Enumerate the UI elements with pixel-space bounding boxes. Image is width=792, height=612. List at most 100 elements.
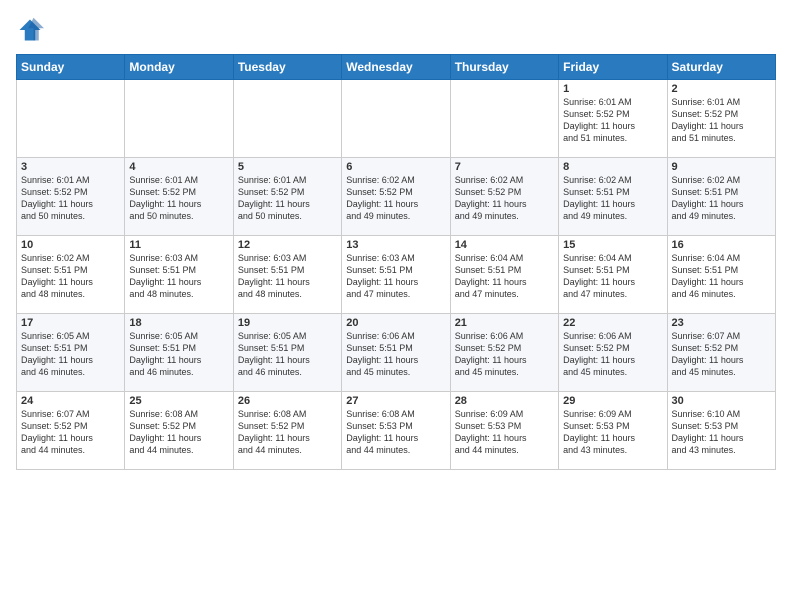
calendar-cell: 5Sunrise: 6:01 AM Sunset: 5:52 PM Daylig… — [233, 158, 341, 236]
cell-content: Sunrise: 6:02 AM Sunset: 5:51 PM Dayligh… — [21, 252, 120, 301]
calendar-cell: 6Sunrise: 6:02 AM Sunset: 5:52 PM Daylig… — [342, 158, 450, 236]
calendar-cell: 26Sunrise: 6:08 AM Sunset: 5:52 PM Dayli… — [233, 392, 341, 470]
week-row-4: 24Sunrise: 6:07 AM Sunset: 5:52 PM Dayli… — [17, 392, 776, 470]
cell-content: Sunrise: 6:08 AM Sunset: 5:52 PM Dayligh… — [238, 408, 337, 457]
cell-content: Sunrise: 6:04 AM Sunset: 5:51 PM Dayligh… — [455, 252, 554, 301]
day-number: 22 — [563, 317, 662, 329]
day-number: 24 — [21, 395, 120, 407]
day-number: 30 — [672, 395, 771, 407]
cell-content: Sunrise: 6:07 AM Sunset: 5:52 PM Dayligh… — [21, 408, 120, 457]
weekday-header-tuesday: Tuesday — [233, 55, 341, 80]
week-row-3: 17Sunrise: 6:05 AM Sunset: 5:51 PM Dayli… — [17, 314, 776, 392]
day-number: 5 — [238, 161, 337, 173]
day-number: 18 — [129, 317, 228, 329]
day-number: 17 — [21, 317, 120, 329]
day-number: 7 — [455, 161, 554, 173]
day-number: 1 — [563, 83, 662, 95]
calendar-cell — [233, 80, 341, 158]
logo — [16, 16, 48, 44]
logo-icon — [16, 16, 44, 44]
cell-content: Sunrise: 6:06 AM Sunset: 5:52 PM Dayligh… — [563, 330, 662, 379]
calendar-cell: 11Sunrise: 6:03 AM Sunset: 5:51 PM Dayli… — [125, 236, 233, 314]
calendar-table: SundayMondayTuesdayWednesdayThursdayFrid… — [16, 54, 776, 470]
cell-content: Sunrise: 6:01 AM Sunset: 5:52 PM Dayligh… — [672, 96, 771, 145]
calendar-cell: 1Sunrise: 6:01 AM Sunset: 5:52 PM Daylig… — [559, 80, 667, 158]
calendar-cell: 25Sunrise: 6:08 AM Sunset: 5:52 PM Dayli… — [125, 392, 233, 470]
calendar-cell: 8Sunrise: 6:02 AM Sunset: 5:51 PM Daylig… — [559, 158, 667, 236]
cell-content: Sunrise: 6:05 AM Sunset: 5:51 PM Dayligh… — [238, 330, 337, 379]
cell-content: Sunrise: 6:01 AM Sunset: 5:52 PM Dayligh… — [21, 174, 120, 223]
cell-content: Sunrise: 6:06 AM Sunset: 5:51 PM Dayligh… — [346, 330, 445, 379]
calendar-cell: 22Sunrise: 6:06 AM Sunset: 5:52 PM Dayli… — [559, 314, 667, 392]
weekday-header-thursday: Thursday — [450, 55, 558, 80]
cell-content: Sunrise: 6:01 AM Sunset: 5:52 PM Dayligh… — [563, 96, 662, 145]
calendar-cell — [450, 80, 558, 158]
day-number: 12 — [238, 239, 337, 251]
day-number: 29 — [563, 395, 662, 407]
cell-content: Sunrise: 6:02 AM Sunset: 5:52 PM Dayligh… — [346, 174, 445, 223]
day-number: 13 — [346, 239, 445, 251]
day-number: 8 — [563, 161, 662, 173]
day-number: 4 — [129, 161, 228, 173]
calendar-body: 1Sunrise: 6:01 AM Sunset: 5:52 PM Daylig… — [17, 80, 776, 470]
calendar-cell: 21Sunrise: 6:06 AM Sunset: 5:52 PM Dayli… — [450, 314, 558, 392]
cell-content: Sunrise: 6:08 AM Sunset: 5:52 PM Dayligh… — [129, 408, 228, 457]
calendar-cell: 13Sunrise: 6:03 AM Sunset: 5:51 PM Dayli… — [342, 236, 450, 314]
calendar-cell: 17Sunrise: 6:05 AM Sunset: 5:51 PM Dayli… — [17, 314, 125, 392]
cell-content: Sunrise: 6:03 AM Sunset: 5:51 PM Dayligh… — [238, 252, 337, 301]
calendar-cell: 2Sunrise: 6:01 AM Sunset: 5:52 PM Daylig… — [667, 80, 775, 158]
day-number: 15 — [563, 239, 662, 251]
day-number: 23 — [672, 317, 771, 329]
calendar-cell: 10Sunrise: 6:02 AM Sunset: 5:51 PM Dayli… — [17, 236, 125, 314]
week-row-1: 3Sunrise: 6:01 AM Sunset: 5:52 PM Daylig… — [17, 158, 776, 236]
weekday-row: SundayMondayTuesdayWednesdayThursdayFrid… — [17, 55, 776, 80]
cell-content: Sunrise: 6:02 AM Sunset: 5:52 PM Dayligh… — [455, 174, 554, 223]
calendar-cell: 15Sunrise: 6:04 AM Sunset: 5:51 PM Dayli… — [559, 236, 667, 314]
day-number: 16 — [672, 239, 771, 251]
calendar-cell: 14Sunrise: 6:04 AM Sunset: 5:51 PM Dayli… — [450, 236, 558, 314]
cell-content: Sunrise: 6:08 AM Sunset: 5:53 PM Dayligh… — [346, 408, 445, 457]
cell-content: Sunrise: 6:03 AM Sunset: 5:51 PM Dayligh… — [346, 252, 445, 301]
calendar-cell: 24Sunrise: 6:07 AM Sunset: 5:52 PM Dayli… — [17, 392, 125, 470]
calendar-header: SundayMondayTuesdayWednesdayThursdayFrid… — [17, 55, 776, 80]
cell-content: Sunrise: 6:02 AM Sunset: 5:51 PM Dayligh… — [672, 174, 771, 223]
cell-content: Sunrise: 6:09 AM Sunset: 5:53 PM Dayligh… — [563, 408, 662, 457]
cell-content: Sunrise: 6:07 AM Sunset: 5:52 PM Dayligh… — [672, 330, 771, 379]
cell-content: Sunrise: 6:05 AM Sunset: 5:51 PM Dayligh… — [21, 330, 120, 379]
day-number: 19 — [238, 317, 337, 329]
day-number: 3 — [21, 161, 120, 173]
page: SundayMondayTuesdayWednesdayThursdayFrid… — [0, 0, 792, 612]
day-number: 10 — [21, 239, 120, 251]
week-row-0: 1Sunrise: 6:01 AM Sunset: 5:52 PM Daylig… — [17, 80, 776, 158]
calendar-cell: 18Sunrise: 6:05 AM Sunset: 5:51 PM Dayli… — [125, 314, 233, 392]
cell-content: Sunrise: 6:01 AM Sunset: 5:52 PM Dayligh… — [129, 174, 228, 223]
cell-content: Sunrise: 6:05 AM Sunset: 5:51 PM Dayligh… — [129, 330, 228, 379]
day-number: 25 — [129, 395, 228, 407]
calendar-cell: 16Sunrise: 6:04 AM Sunset: 5:51 PM Dayli… — [667, 236, 775, 314]
weekday-header-monday: Monday — [125, 55, 233, 80]
day-number: 20 — [346, 317, 445, 329]
day-number: 6 — [346, 161, 445, 173]
day-number: 21 — [455, 317, 554, 329]
calendar-cell: 27Sunrise: 6:08 AM Sunset: 5:53 PM Dayli… — [342, 392, 450, 470]
cell-content: Sunrise: 6:01 AM Sunset: 5:52 PM Dayligh… — [238, 174, 337, 223]
day-number: 27 — [346, 395, 445, 407]
cell-content: Sunrise: 6:09 AM Sunset: 5:53 PM Dayligh… — [455, 408, 554, 457]
calendar-cell: 20Sunrise: 6:06 AM Sunset: 5:51 PM Dayli… — [342, 314, 450, 392]
weekday-header-friday: Friday — [559, 55, 667, 80]
cell-content: Sunrise: 6:04 AM Sunset: 5:51 PM Dayligh… — [672, 252, 771, 301]
week-row-2: 10Sunrise: 6:02 AM Sunset: 5:51 PM Dayli… — [17, 236, 776, 314]
calendar-cell: 29Sunrise: 6:09 AM Sunset: 5:53 PM Dayli… — [559, 392, 667, 470]
weekday-header-sunday: Sunday — [17, 55, 125, 80]
calendar-cell — [17, 80, 125, 158]
day-number: 28 — [455, 395, 554, 407]
calendar-cell: 4Sunrise: 6:01 AM Sunset: 5:52 PM Daylig… — [125, 158, 233, 236]
calendar-cell: 28Sunrise: 6:09 AM Sunset: 5:53 PM Dayli… — [450, 392, 558, 470]
cell-content: Sunrise: 6:03 AM Sunset: 5:51 PM Dayligh… — [129, 252, 228, 301]
day-number: 2 — [672, 83, 771, 95]
cell-content: Sunrise: 6:06 AM Sunset: 5:52 PM Dayligh… — [455, 330, 554, 379]
header — [16, 16, 776, 44]
day-number: 14 — [455, 239, 554, 251]
weekday-header-wednesday: Wednesday — [342, 55, 450, 80]
calendar-cell: 12Sunrise: 6:03 AM Sunset: 5:51 PM Dayli… — [233, 236, 341, 314]
